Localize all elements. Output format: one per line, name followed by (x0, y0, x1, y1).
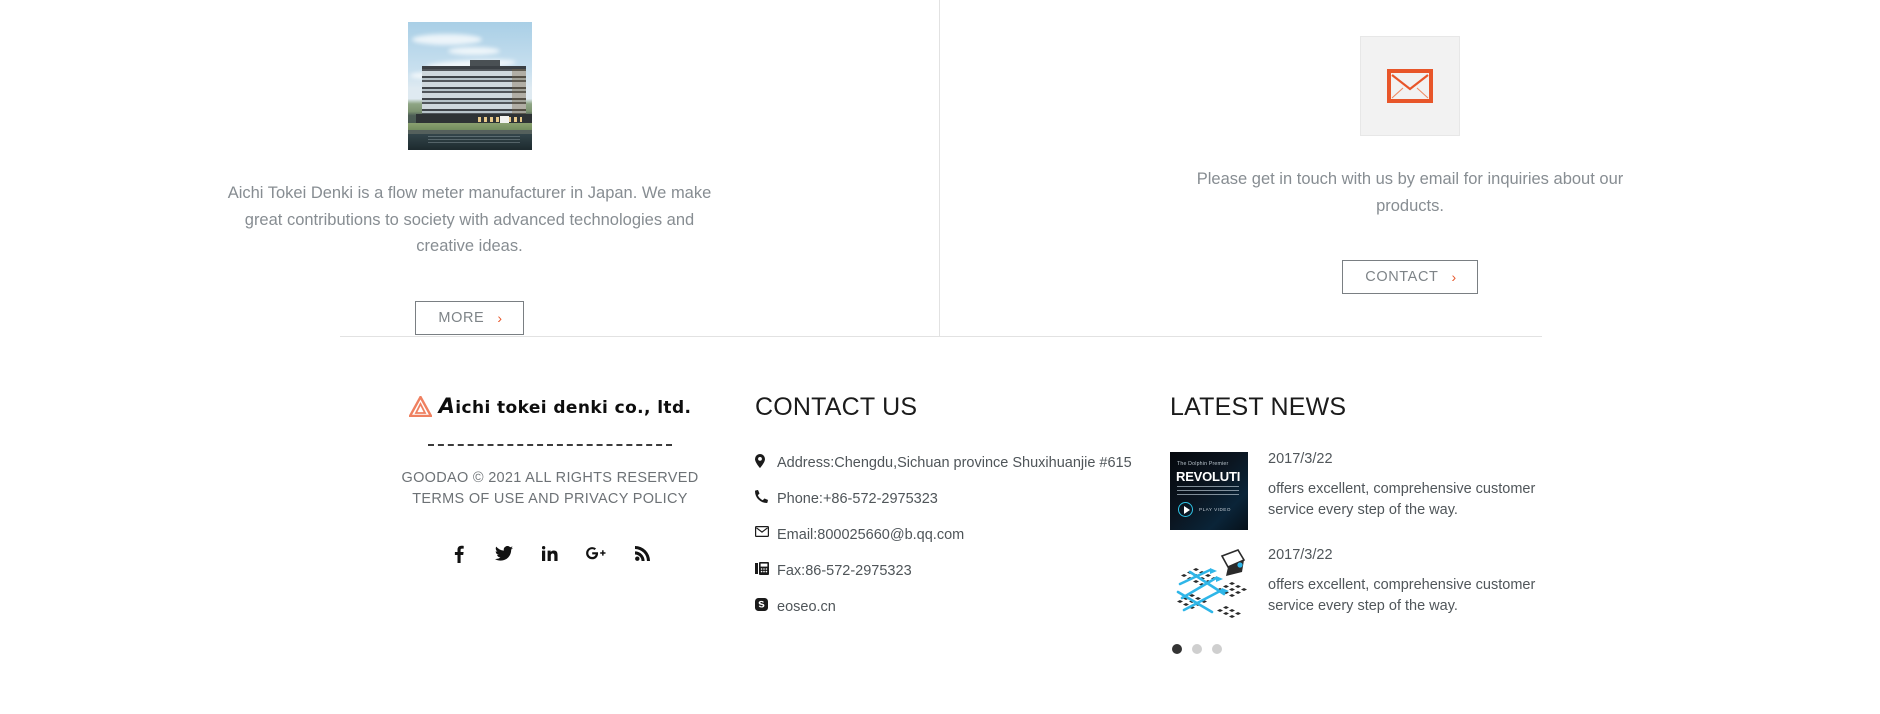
facebook-icon[interactable] (447, 543, 469, 565)
news-item-description: offers excellent, comprehensive customer… (1268, 480, 1536, 518)
contact-fax-text: Fax:86-572-2975323 (777, 563, 912, 580)
latest-news-heading: LATEST NEWS (1170, 393, 1347, 421)
envelope-icon (755, 524, 777, 538)
news-item-date: 2017/3/22 (1268, 547, 1333, 563)
news-item-date: 2017/3/22 (1268, 451, 1333, 467)
terms-line[interactable]: TERMS OF USE AND PRIVACY POLICY (345, 489, 755, 510)
chevron-right-icon: › (1451, 269, 1457, 286)
section-divider (340, 336, 1542, 337)
news-thumb-play-label: PLAY VIDEO (1199, 507, 1231, 512)
isometric-network-illustration (1176, 549, 1247, 618)
location-pin-icon (755, 452, 777, 468)
news-carousel-pagination (1172, 644, 1860, 654)
headquarters-building-photo (407, 22, 532, 150)
contact-email-row: Email:800025660@b.qq.com (755, 524, 1170, 546)
footer-brand-column: Aichi tokei denki co., ltd. GOODAO © 202… (0, 393, 755, 654)
copyright-block: GOODAO © 2021 ALL RIGHTS RESERVED TERMS … (345, 468, 755, 511)
phone-icon (755, 488, 777, 504)
contact-address-row: Address:Chengdu,Sichuan province Shuxihu… (755, 452, 1170, 474)
promo-section: Aichi Tokei Denki is a flow meter manufa… (0, 0, 1880, 337)
news-item-body: 2017/3/22 offers excellent, comprehensiv… (1268, 548, 1568, 626)
contact-address-text: Address:Chengdu,Sichuan province Shuxihu… (777, 455, 1132, 471)
news-thumb-title: REVOLUTI (1176, 469, 1241, 484)
twitter-icon[interactable] (493, 543, 515, 565)
site-footer: Aichi tokei denki co., ltd. GOODAO © 202… (0, 337, 1880, 654)
footer-contact-column: CONTACT US Address:Chengdu,Sichuan provi… (755, 393, 1170, 654)
contact-description: Please get in touch with us by email for… (1196, 170, 1624, 215)
contact-us-heading: CONTACT US (755, 393, 918, 421)
news-thumb-subtitle: The Dolphin Premier (1177, 461, 1229, 467)
about-description: Aichi Tokei Denki is a flow meter manufa… (227, 184, 712, 256)
contact-button[interactable]: CONTACT › (1342, 259, 1478, 295)
dashed-divider (428, 444, 672, 446)
contact-email-text: Email:800025660@b.qq.com (777, 527, 965, 544)
contact-phone-text: Phone:+86-572-2975323 (777, 491, 938, 508)
social-links (345, 543, 755, 565)
logo-initial: A (438, 394, 456, 418)
fax-icon (755, 560, 777, 576)
news-thumbnail-video: The Dolphin Premier REVOLUTI PLAY VIDEO (1170, 452, 1248, 530)
skype-icon (755, 596, 777, 612)
company-logo[interactable]: Aichi tokei denki co., ltd. (345, 393, 755, 419)
footer-news-column: LATEST NEWS The Dolphin Premier REVOLUTI… (1170, 393, 1860, 654)
news-item[interactable]: 2017/3/22 offers excellent, comprehensiv… (1170, 548, 1860, 626)
promo-column-contact: Please get in touch with us by email for… (940, 0, 1880, 337)
news-item-body: 2017/3/22 offers excellent, comprehensiv… (1268, 452, 1568, 530)
envelope-icon (1387, 69, 1433, 103)
logo-wordmark: Aichi tokei denki co., ltd. (439, 394, 692, 418)
google-plus-icon[interactable] (585, 543, 607, 565)
orange-triangle-logo-icon (408, 395, 432, 417)
more-button-label: MORE (438, 309, 485, 326)
chevron-right-icon: › (497, 309, 503, 326)
carousel-dot-1[interactable] (1172, 644, 1182, 654)
email-icon-tile (1360, 36, 1460, 136)
linkedin-icon[interactable] (539, 543, 561, 565)
contact-skype-row: eoseo.cn (755, 596, 1170, 618)
contact-phone-row: Phone:+86-572-2975323 (755, 488, 1170, 510)
contact-fax-row: Fax:86-572-2975323 (755, 560, 1170, 582)
copyright-line-1: GOODAO © 2021 ALL RIGHTS RESERVED (401, 470, 699, 486)
news-item-description: offers excellent, comprehensive customer… (1268, 576, 1536, 614)
more-button[interactable]: MORE › (415, 300, 524, 336)
carousel-dot-2[interactable] (1192, 644, 1202, 654)
promo-column-about: Aichi Tokei Denki is a flow meter manufa… (0, 0, 940, 337)
news-thumbnail-network (1170, 548, 1248, 626)
carousel-dot-3[interactable] (1212, 644, 1222, 654)
news-item[interactable]: The Dolphin Premier REVOLUTI PLAY VIDEO … (1170, 452, 1860, 530)
contact-skype-text: eoseo.cn (777, 599, 836, 616)
contact-button-label: CONTACT (1365, 268, 1439, 285)
rss-icon[interactable] (631, 543, 653, 565)
logo-rest: ichi tokei denki co., ltd. (455, 398, 692, 418)
play-button-icon (1178, 502, 1193, 517)
